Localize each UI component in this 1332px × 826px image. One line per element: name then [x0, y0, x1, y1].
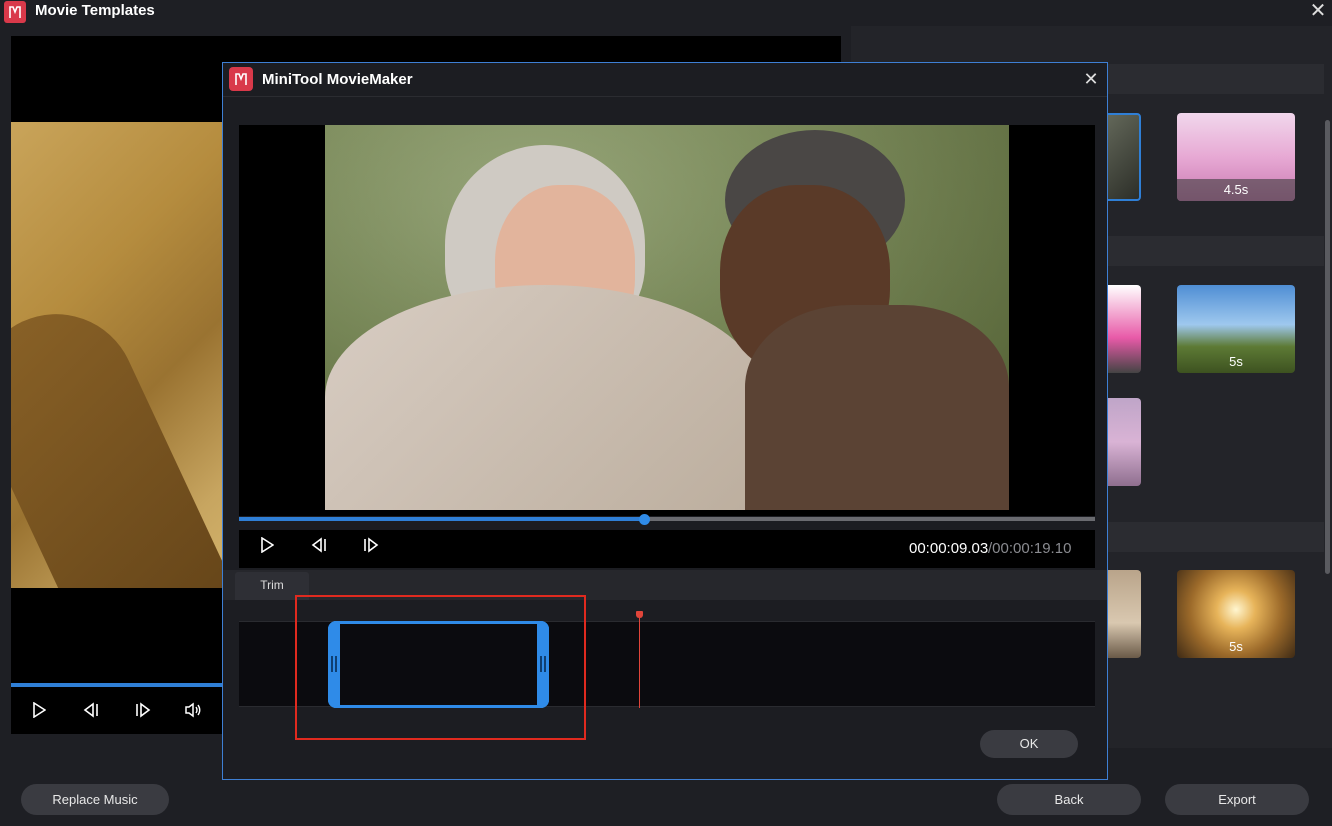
app-title: Movie Templates [35, 2, 155, 19]
current-time: 00:00:09.03 [909, 540, 989, 557]
app-logo-icon [229, 67, 253, 91]
next-frame-icon[interactable] [360, 537, 382, 559]
total-time: /00:00:19.10 [988, 540, 1072, 557]
thumbnail-duration: 4.5s [1177, 179, 1295, 201]
play-icon[interactable] [256, 536, 278, 559]
replace-music-button[interactable]: Replace Music [21, 784, 169, 815]
arm-shape [11, 287, 223, 588]
previous-frame-icon[interactable] [82, 702, 100, 723]
man-jacket [745, 305, 1009, 510]
thumbnail-duration: 5s [1229, 354, 1243, 369]
play-icon[interactable] [32, 701, 47, 723]
video-frame [325, 125, 1009, 510]
app-logo-icon [4, 1, 26, 23]
next-frame-icon[interactable] [134, 702, 152, 723]
export-button[interactable]: Export [1165, 784, 1309, 815]
template-thumbnail[interactable]: 4.5s [1177, 113, 1295, 201]
section-header [1108, 522, 1324, 552]
seek-bar-progress [239, 517, 644, 521]
divider [223, 96, 1107, 97]
template-preview-image [11, 122, 223, 588]
dialog-title: MiniTool MovieMaker [262, 71, 413, 88]
volume-icon[interactable] [184, 702, 202, 723]
playhead-line [639, 615, 640, 708]
template-thumbnail[interactable]: 5s [1177, 570, 1295, 658]
previous-frame-icon[interactable] [308, 537, 330, 559]
section-header [1108, 236, 1324, 266]
seek-handle[interactable] [638, 514, 650, 525]
scrollbar[interactable] [1325, 120, 1330, 574]
title-bar [0, 0, 1332, 26]
close-icon[interactable]: ✕ [1080, 68, 1102, 90]
thumbnail-duration: 5s [1229, 639, 1243, 654]
annotation-highlight-box [295, 595, 586, 740]
template-progress-bar[interactable] [11, 683, 223, 687]
close-icon[interactable]: ✕ [1306, 0, 1330, 24]
template-thumbnail[interactable]: 5s [1177, 285, 1295, 373]
back-button[interactable]: Back [997, 784, 1141, 815]
woman-scarf [325, 285, 765, 510]
ok-button[interactable]: OK [980, 730, 1078, 758]
section-header [1108, 64, 1324, 94]
